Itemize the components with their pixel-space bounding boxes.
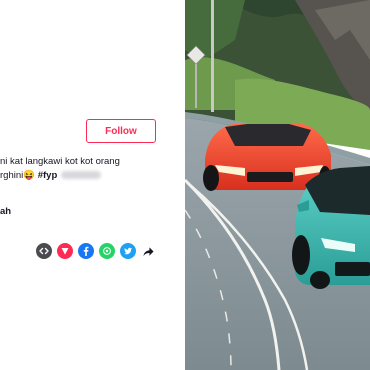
video-frame	[185, 0, 370, 370]
share-arrow-icon[interactable]	[141, 243, 155, 259]
facebook-icon[interactable]	[78, 243, 94, 259]
hashtag-link[interactable]: #fyp	[38, 170, 58, 181]
caption-line-2: rghini😝 #fyp	[0, 169, 185, 183]
twitter-icon[interactable]	[120, 243, 136, 259]
embed-icon[interactable]	[36, 243, 52, 259]
follow-button[interactable]: Follow	[86, 119, 156, 143]
caption-line-2-text: rghini	[0, 170, 24, 181]
blurred-hashtag	[61, 171, 102, 180]
caption-emoji: 😝	[23, 170, 36, 181]
light-pole	[211, 0, 214, 112]
post-info-panel: Follow ni kat langkawi kot kot orang rgh…	[0, 0, 185, 370]
tiktok-send-icon[interactable]	[57, 243, 73, 259]
whatsapp-icon[interactable]	[99, 243, 115, 259]
music-label[interactable]: ah	[0, 206, 11, 217]
post-caption: ni kat langkawi kot kot orang rghini😝 #f…	[0, 155, 185, 183]
video-player[interactable]	[185, 0, 370, 370]
share-bar	[36, 243, 155, 259]
caption-line-1: ni kat langkawi kot kot orang	[0, 156, 120, 167]
